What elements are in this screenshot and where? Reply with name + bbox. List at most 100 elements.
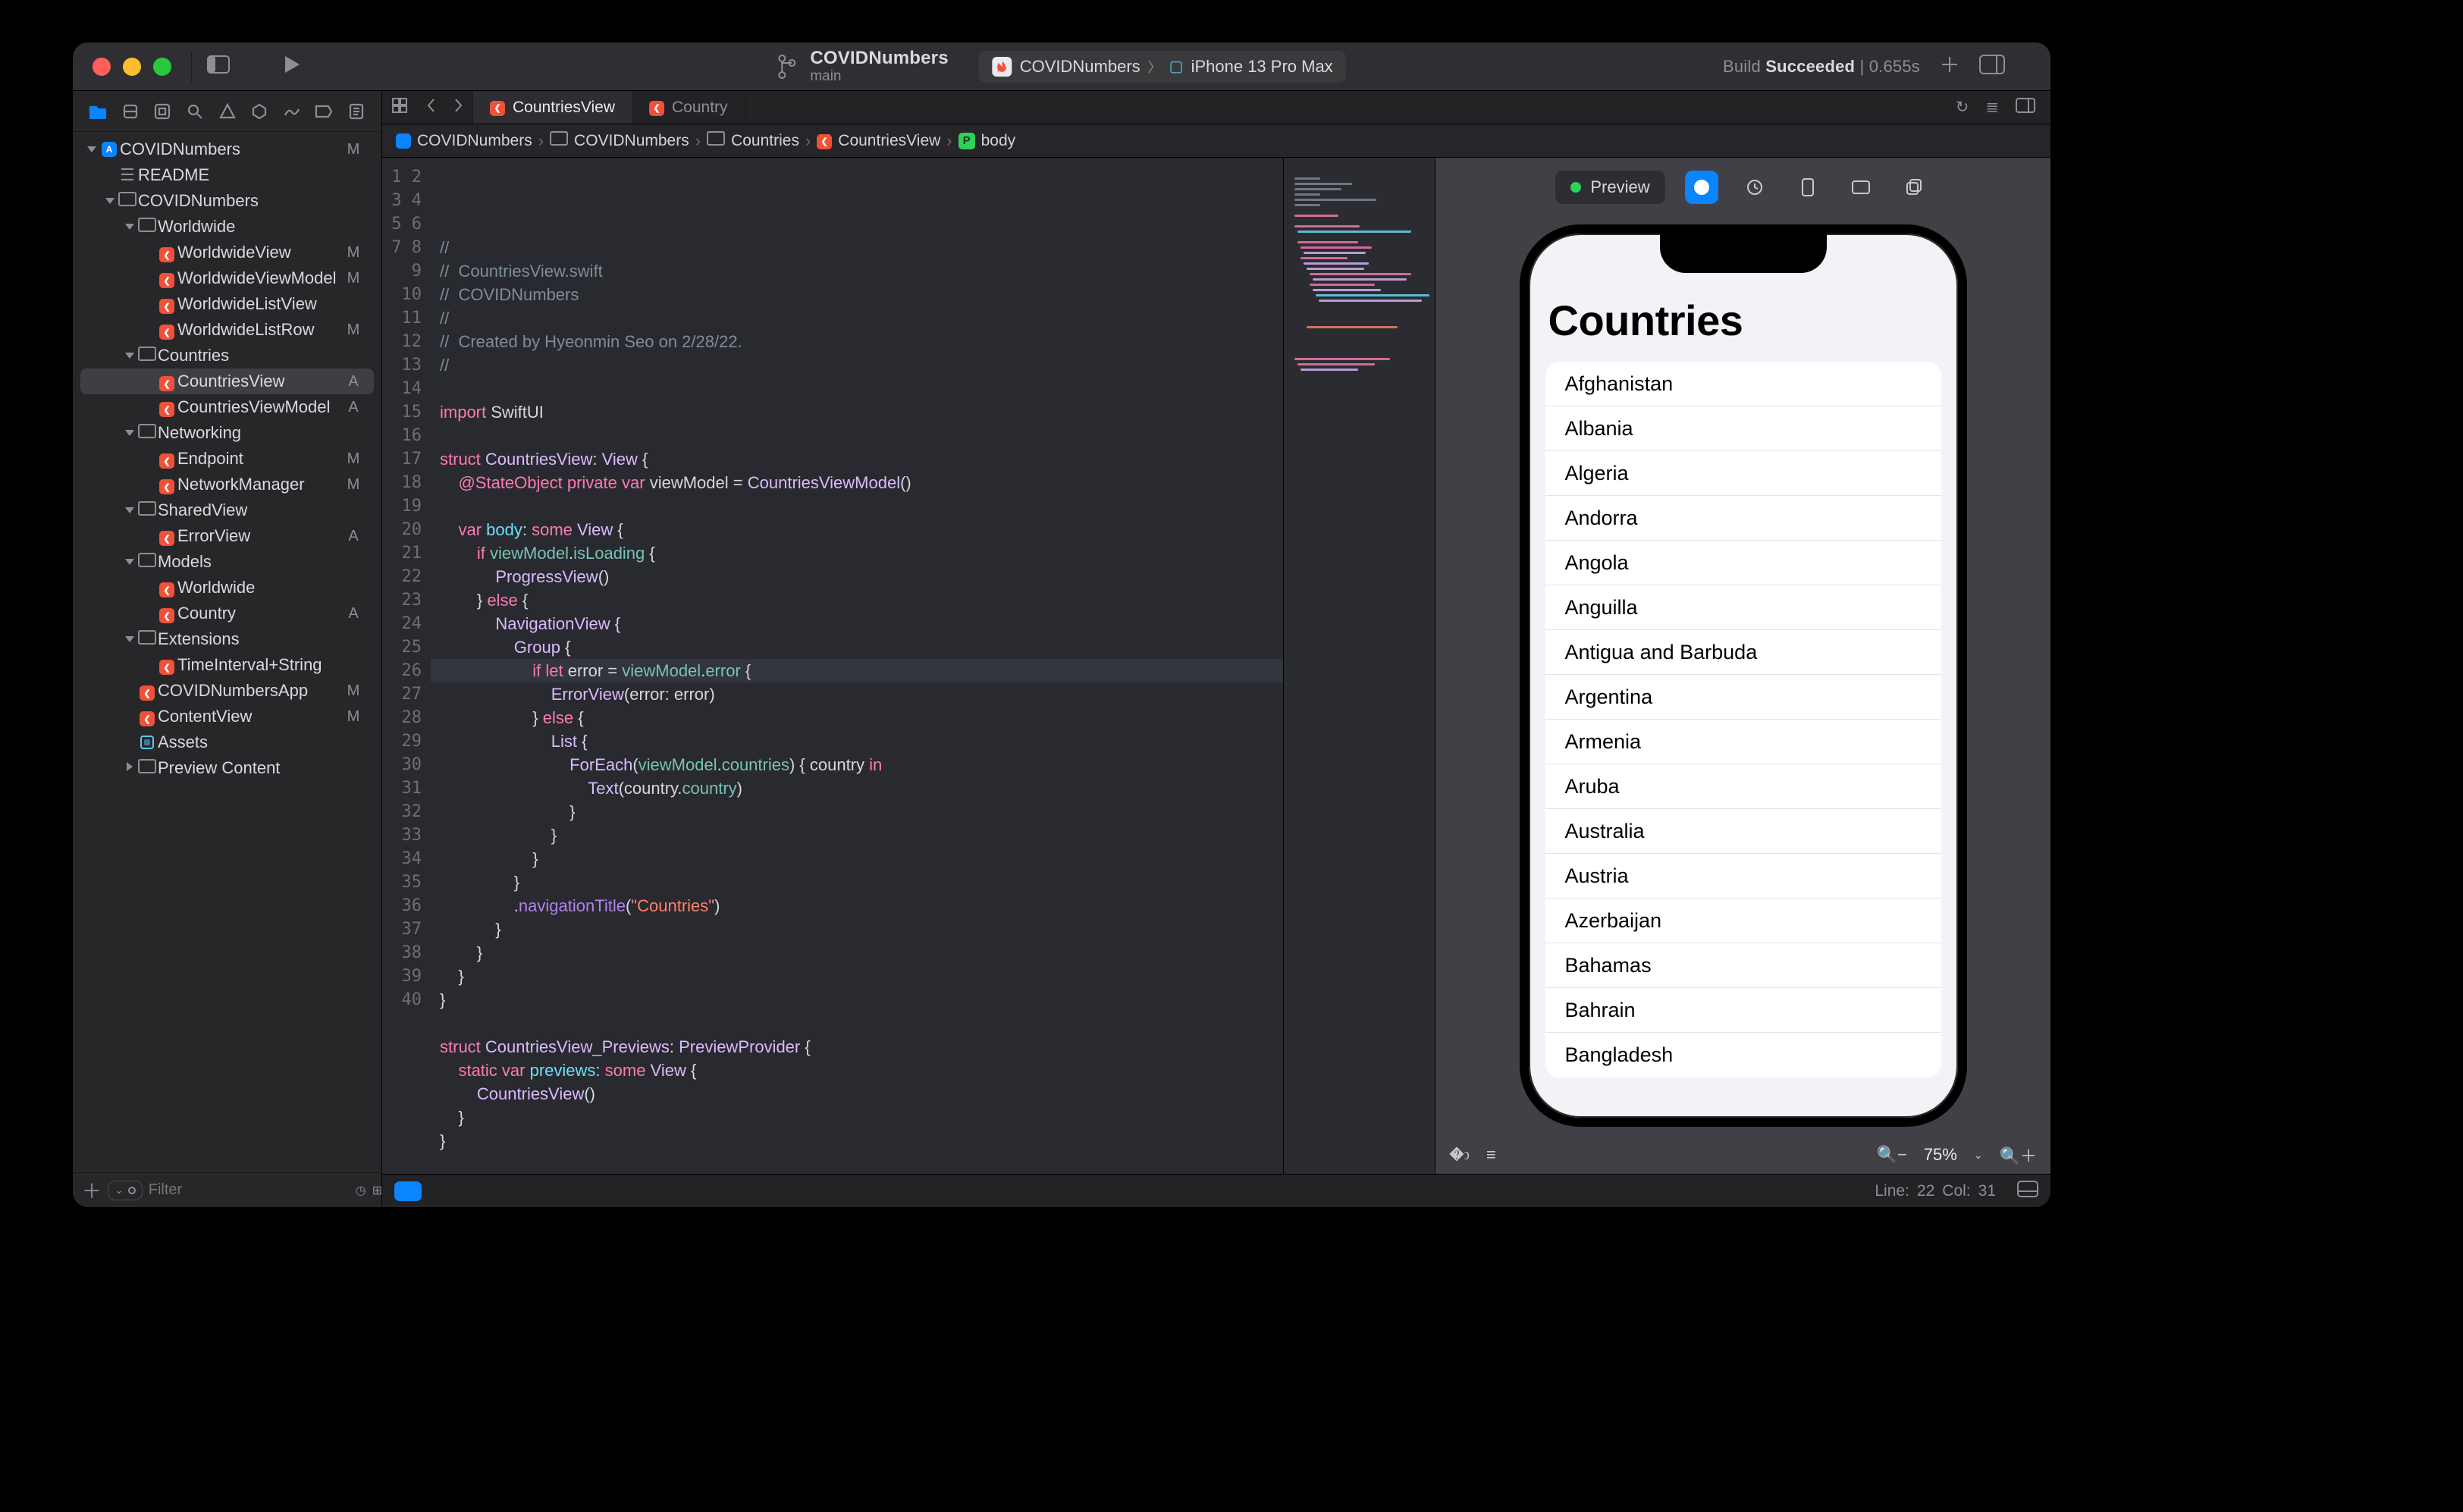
preview-variants-button[interactable] xyxy=(1844,171,1878,204)
list-item[interactable]: Bahrain xyxy=(1545,988,1941,1033)
tree-row[interactable]: CountriesViewA xyxy=(80,369,374,394)
tree-row[interactable]: COVIDNumbers xyxy=(80,188,374,214)
tree-row[interactable]: CountryA xyxy=(80,601,374,626)
tree-row[interactable]: Models xyxy=(80,549,374,575)
tree-row[interactable]: Preview Content xyxy=(80,755,374,781)
crumb-1[interactable]: COVIDNumbers xyxy=(574,132,689,150)
code-text[interactable]: //// CountriesView.swift// COVIDNumbers/… xyxy=(431,158,1283,1174)
list-item[interactable]: Afghanistan xyxy=(1545,362,1941,406)
toggle-navigator-button[interactable] xyxy=(207,55,230,77)
tree-row[interactable]: Worldwide xyxy=(80,575,374,601)
refresh-icon[interactable]: ↻ xyxy=(1956,98,1969,117)
list-item[interactable]: Argentina xyxy=(1545,675,1941,720)
live-preview-button[interactable] xyxy=(1685,171,1718,204)
run-button[interactable] xyxy=(283,55,301,78)
tree-row[interactable]: ContentViewM xyxy=(80,704,374,729)
zoom-menu-chevron-icon[interactable]: ⌄ xyxy=(1974,1149,1983,1162)
zoom-level[interactable]: 75% xyxy=(1924,1145,1957,1165)
tree-row[interactable]: SharedView xyxy=(80,497,374,523)
report-navigator-tab[interactable] xyxy=(345,100,368,123)
list-item[interactable]: Aruba xyxy=(1545,764,1941,809)
pin-preview-button[interactable]: �ා xyxy=(1449,1145,1470,1165)
tree-row[interactable]: Extensions xyxy=(80,626,374,652)
breakpoint-navigator-tab[interactable] xyxy=(312,100,335,123)
symbol-navigator-tab[interactable] xyxy=(151,100,174,123)
tree-row[interactable]: Networking xyxy=(80,420,374,446)
related-items-button[interactable] xyxy=(391,97,408,118)
list-item[interactable]: Bangladesh xyxy=(1545,1033,1941,1078)
source-editor[interactable]: 1 2 3 4 5 6 7 8 9 10 11 12 13 14 15 16 1… xyxy=(382,158,1435,1174)
list-item[interactable]: Algeria xyxy=(1545,451,1941,496)
debug-navigator-tab[interactable] xyxy=(281,100,303,123)
selectable-preview-button[interactable] xyxy=(1738,171,1771,204)
editor-options-button[interactable]: ≣ xyxy=(1985,98,1999,117)
crumb-2[interactable]: Countries xyxy=(731,132,799,150)
list-item[interactable]: Armenia xyxy=(1545,720,1941,764)
project-tree[interactable]: ACOVIDNumbersM☰READMECOVIDNumbersWorldwi… xyxy=(73,132,381,1172)
list-item[interactable]: Anguilla xyxy=(1545,585,1941,630)
tree-row[interactable]: WorldwideViewM xyxy=(80,240,374,265)
filter-field[interactable] xyxy=(149,1181,350,1199)
library-button[interactable] xyxy=(1979,55,2005,79)
list-item[interactable]: Australia xyxy=(1545,809,1941,854)
source-control-navigator-tab[interactable] xyxy=(119,100,142,123)
list-item[interactable]: Bahamas xyxy=(1545,943,1941,988)
find-navigator-tab[interactable] xyxy=(184,100,206,123)
tree-row[interactable]: ☰README xyxy=(80,162,374,188)
jump-bar[interactable]: COVIDNumbers COVIDNumbers Countries Coun… xyxy=(382,124,2050,158)
tree-row[interactable]: ErrorViewA xyxy=(80,523,374,549)
scm-filter-button[interactable]: ⊞ xyxy=(372,1183,382,1198)
project-navigator-tab[interactable] xyxy=(86,100,109,123)
minimap[interactable] xyxy=(1283,158,1435,1174)
zoom-window-button[interactable] xyxy=(153,58,171,76)
recent-filter-button[interactable]: ◷ xyxy=(356,1183,366,1198)
tree-row[interactable]: WorldwideListRowM xyxy=(80,317,374,343)
crumb-3[interactable]: CountriesView xyxy=(838,132,940,150)
crumb-0[interactable]: COVIDNumbers xyxy=(417,132,532,150)
duplicate-preview-button[interactable] xyxy=(1897,171,1931,204)
list-item[interactable]: Andorra xyxy=(1545,496,1941,541)
tree-row[interactable]: WorldwideViewModelM xyxy=(80,265,374,291)
editor-tab[interactable]: Country xyxy=(632,91,745,124)
add-target-button[interactable]: ＋ xyxy=(82,1176,102,1204)
preview-on-device-button[interactable] xyxy=(1791,171,1825,204)
tree-row[interactable]: ACOVIDNumbersM xyxy=(80,136,374,162)
tree-row[interactable]: CountriesViewModelA xyxy=(80,394,374,420)
tree-row[interactable]: TimeInterval+String xyxy=(80,652,374,678)
device-stage[interactable]: Countries AfghanistanAlbaniaAlgeriaAndor… xyxy=(1435,217,2050,1136)
tree-row[interactable]: COVIDNumbersAppM xyxy=(80,678,374,704)
tree-row[interactable]: Worldwide xyxy=(80,214,374,240)
zoom-in-button[interactable]: 🔍＋ xyxy=(2000,1143,2037,1167)
preview-settings-button[interactable]: ≡ xyxy=(1486,1145,1496,1165)
preview-status[interactable]: Preview xyxy=(1555,171,1664,204)
tree-row[interactable]: Assets xyxy=(80,729,374,755)
debug-bubble-icon[interactable] xyxy=(394,1181,422,1201)
list-item[interactable]: Albania xyxy=(1545,406,1941,451)
minimize-window-button[interactable] xyxy=(123,58,141,76)
editor-tab[interactable]: CountriesView xyxy=(473,91,632,124)
zoom-out-button[interactable]: 🔍− xyxy=(1877,1145,1907,1165)
tree-row[interactable]: WorldwideListView xyxy=(80,291,374,317)
scheme-selector[interactable]: COVIDNumbers 〉 ▢ iPhone 13 Pro Max xyxy=(979,51,1347,83)
preview-list[interactable]: AfghanistanAlbaniaAlgeriaAndorraAngolaAn… xyxy=(1545,362,1941,1078)
list-item[interactable]: Austria xyxy=(1545,854,1941,899)
list-item[interactable]: Azerbaijan xyxy=(1545,899,1941,943)
add-button[interactable] xyxy=(1940,55,1959,79)
history-forward-button[interactable] xyxy=(453,97,464,118)
list-item[interactable]: Angola xyxy=(1545,541,1941,585)
tree-label: README xyxy=(138,165,344,185)
crumb-4[interactable]: body xyxy=(981,132,1016,150)
tree-row[interactable]: NetworkManagerM xyxy=(80,472,374,497)
toggle-debug-area-button[interactable] xyxy=(2017,1181,2038,1202)
tree-row[interactable]: EndpointM xyxy=(80,446,374,472)
adjust-layout-button[interactable] xyxy=(2016,98,2035,118)
list-item[interactable]: Antigua and Barbuda xyxy=(1545,630,1941,675)
history-back-button[interactable] xyxy=(425,97,436,118)
filter-scope-button[interactable]: ⌄ xyxy=(108,1181,143,1200)
close-window-button[interactable] xyxy=(93,58,111,76)
tree-row[interactable]: Countries xyxy=(80,343,374,369)
tab-label: CountriesView xyxy=(513,99,615,117)
test-navigator-tab[interactable] xyxy=(248,100,271,123)
project-branch[interactable]: COVIDNumbers main xyxy=(777,49,948,83)
issue-navigator-tab[interactable] xyxy=(216,100,239,123)
